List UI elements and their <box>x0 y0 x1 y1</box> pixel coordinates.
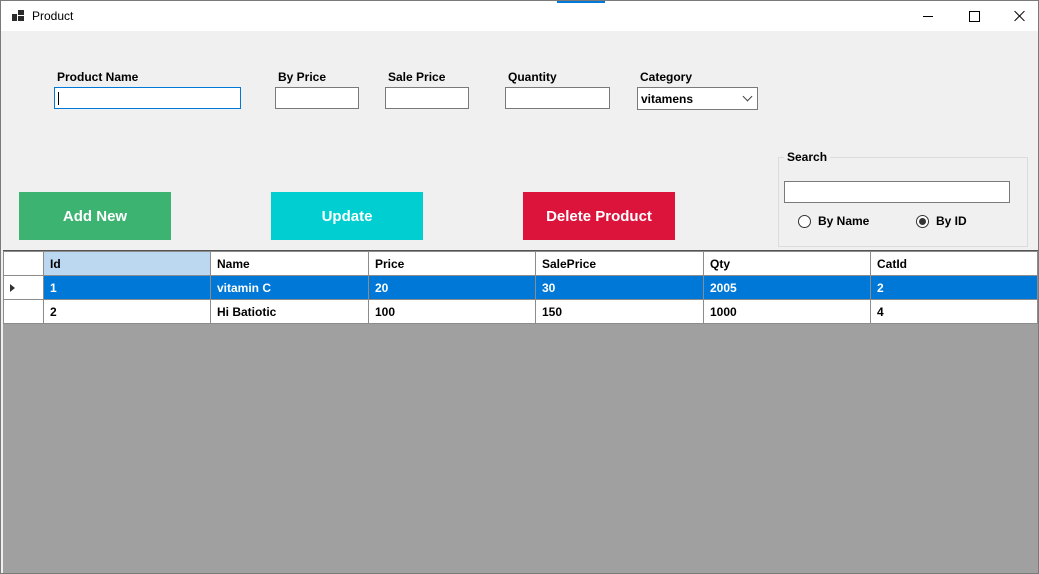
radio-by-name-label: By Name <box>818 214 870 228</box>
by-price-input[interactable] <box>275 87 359 109</box>
table-row[interactable]: 2 Hi Batiotic 100 150 1000 4 <box>3 299 1038 324</box>
row-header[interactable] <box>3 299 44 324</box>
row-header[interactable] <box>3 275 44 300</box>
product-name-label: Product Name <box>57 70 139 84</box>
cell-saleprice[interactable]: 150 <box>535 299 704 324</box>
products-grid[interactable]: Id Name Price SalePrice Qty CatId 1 vita… <box>3 250 1038 573</box>
cell-qty[interactable]: 2005 <box>703 275 871 300</box>
column-header-id[interactable]: Id <box>43 251 211 276</box>
cell-price[interactable]: 100 <box>368 299 536 324</box>
column-header-price[interactable]: Price <box>368 251 536 276</box>
minimize-button[interactable] <box>905 1 951 31</box>
delete-product-button[interactable]: Delete Product <box>523 192 675 240</box>
maximize-button[interactable] <box>951 1 997 31</box>
app-icon <box>12 10 24 21</box>
add-new-button[interactable]: Add New <box>19 192 171 240</box>
column-header-qty[interactable]: Qty <box>703 251 871 276</box>
radio-by-id-label: By ID <box>936 214 967 228</box>
product-window: Product Product Name By Price Sale Price… <box>0 0 1039 574</box>
radio-by-name[interactable]: By Name <box>798 214 869 228</box>
cell-name[interactable]: vitamin C <box>210 275 369 300</box>
column-header-catid[interactable]: CatId <box>870 251 1038 276</box>
row-header-corner[interactable] <box>3 251 44 276</box>
close-button[interactable] <box>997 1 1038 31</box>
by-price-label: By Price <box>278 70 327 84</box>
cell-catid[interactable]: 4 <box>870 299 1038 324</box>
minimize-icon <box>923 15 933 17</box>
search-input[interactable] <box>784 181 1010 203</box>
column-header-saleprice[interactable]: SalePrice <box>535 251 704 276</box>
cell-qty[interactable]: 1000 <box>703 299 871 324</box>
close-icon <box>1014 10 1026 22</box>
sale-price-label: Sale Price <box>388 70 446 84</box>
chevron-down-icon <box>742 91 753 102</box>
product-name-input[interactable] <box>54 87 241 109</box>
category-select[interactable]: vitamens <box>637 87 758 110</box>
cell-price[interactable]: 20 <box>368 275 536 300</box>
text-caret <box>58 92 59 105</box>
update-button[interactable]: Update <box>271 192 423 240</box>
maximize-icon <box>968 10 980 22</box>
cell-id[interactable]: 2 <box>43 299 211 324</box>
window-title: Product <box>32 9 74 23</box>
grid-header-row: Id Name Price SalePrice Qty CatId <box>3 251 1038 276</box>
table-row[interactable]: 1 vitamin C 20 30 2005 2 <box>3 275 1038 300</box>
quantity-label: Quantity <box>508 70 557 84</box>
column-header-name[interactable]: Name <box>210 251 369 276</box>
row-pointer-icon <box>10 283 15 292</box>
sale-price-input[interactable] <box>385 87 469 109</box>
cell-name[interactable]: Hi Batiotic <box>210 299 369 324</box>
category-label: Category <box>640 70 693 84</box>
cell-id[interactable]: 1 <box>43 275 211 300</box>
radio-circle-by-id[interactable] <box>916 214 929 228</box>
cell-saleprice[interactable]: 30 <box>535 275 704 300</box>
quantity-input[interactable] <box>505 87 610 109</box>
radio-circle-by-name[interactable] <box>798 214 811 228</box>
title-accent <box>557 1 605 3</box>
search-group-title: Search <box>784 150 831 164</box>
title-bar[interactable]: Product <box>1 1 1038 31</box>
products-table: Id Name Price SalePrice Qty CatId 1 vita… <box>3 251 1038 324</box>
radio-by-id[interactable]: By ID <box>916 214 967 228</box>
cell-catid[interactable]: 2 <box>870 275 1038 300</box>
category-value: vitamens <box>641 92 694 106</box>
